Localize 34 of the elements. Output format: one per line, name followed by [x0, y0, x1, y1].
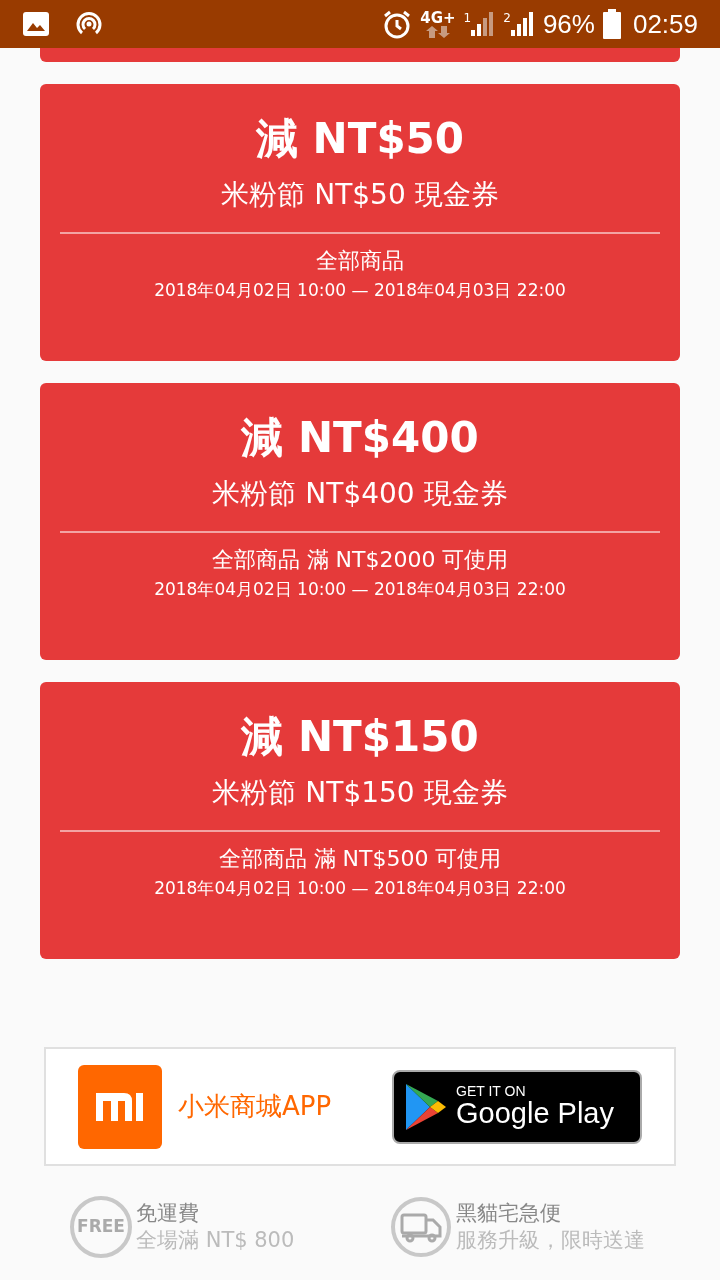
- signal-icon: [510, 12, 535, 36]
- network-type: 4G+: [420, 10, 456, 26]
- coupon-scope: 全部商品 滿 NT$500 可使用: [217, 846, 503, 873]
- coupon-name: 米粉節 NT$400 現金券: [211, 477, 509, 511]
- sim-number: 1: [463, 12, 472, 24]
- discount-amount: 減 NT$150: [240, 711, 480, 763]
- badge-caption: GET IT ON: [456, 1083, 527, 1098]
- validity-period: 2018年04月02日 10:00 — 2018年04月03日 22:00: [153, 579, 567, 600]
- battery-percent: 96%: [542, 7, 595, 41]
- app-name: 小米商城APP: [178, 1090, 332, 1123]
- clock-time: 02:59: [632, 7, 698, 41]
- coupon-name: 米粉節 NT$150 現金券: [211, 776, 509, 810]
- coupon-name: 米粉節 NT$50 現金券: [220, 178, 500, 212]
- validity-period: 2018年04月02日 10:00 — 2018年04月03日 22:00: [153, 878, 567, 899]
- discount-amount: 減 NT$400: [240, 412, 480, 464]
- google-play-badge[interactable]: GET IT ON Google Play: [392, 1069, 642, 1144]
- signal-icon: [471, 12, 496, 36]
- sim-number: 2: [503, 12, 511, 24]
- feature-title: 免運費: [136, 1199, 200, 1227]
- feature-subtitle: 全場滿 NT$ 800: [136, 1227, 295, 1254]
- validity-period: 2018年04月02日 10:00 — 2018年04月03日 22:00: [153, 280, 567, 301]
- feature-title: 黑貓宅急便: [456, 1199, 562, 1227]
- battery-icon: [602, 9, 621, 39]
- store-name: Google Play: [456, 1097, 614, 1130]
- feature-subtitle: 服務升級，限時送達: [456, 1227, 645, 1254]
- data-arrows-icon: [425, 25, 450, 38]
- coupon-scope: 全部商品 滿 NT$2000 可使用: [210, 547, 510, 574]
- truck-icon: [390, 1196, 452, 1258]
- discount-amount: 減 NT$50: [254, 113, 466, 165]
- coupon-scope: 全部商品: [315, 248, 405, 275]
- free-shipping-badge: FREE: [70, 1196, 132, 1258]
- alarm-icon: [382, 9, 413, 39]
- image-icon: [22, 10, 50, 38]
- play-icon: [404, 1081, 448, 1132]
